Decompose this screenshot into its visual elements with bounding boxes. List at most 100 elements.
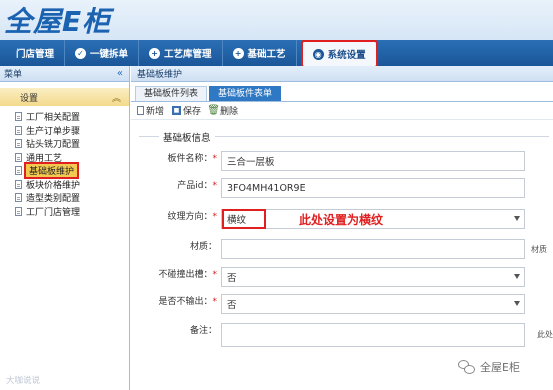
sidebar-item-shape-category[interactable]: 造型类别配置: [0, 191, 129, 205]
watermark-left: 大咖说说: [6, 376, 41, 386]
form-fieldset: 基础板信息 板件名称：* 三合一层板 产品id：* 3FO4MH41OR9E 纹…: [139, 130, 553, 388]
tab-board-form[interactable]: 基础板件表单: [209, 86, 282, 101]
wechat-icon: [458, 359, 476, 375]
nav-item-basic-craft[interactable]: + 基础工艺: [223, 40, 297, 66]
row-no-output: 是否不输出：*: [139, 294, 219, 307]
document-icon: [15, 206, 22, 216]
field-label-text: 是否不输出：: [158, 297, 213, 307]
sidebar-item-label: 基础板维护: [23, 162, 80, 180]
plus-circle-icon: +: [232, 47, 244, 59]
sidebar-header: 菜单 «: [0, 66, 129, 82]
sidebar-item-label: 工厂相关配置: [26, 113, 81, 124]
app-logo: 全屋E柜: [4, 2, 111, 38]
main-nav: 门店管理 ✓ 一键拆单 + 工艺库管理 + 基础工艺 ◉ 系统设置: [0, 40, 553, 68]
watermark-right-text: 全屋E柜: [480, 361, 520, 374]
toolbar: 新增 ■ 保存 🗑 删除: [131, 102, 553, 120]
nav-item-label: 基础工艺: [247, 49, 286, 60]
material-input[interactable]: [221, 239, 525, 259]
product-id-input[interactable]: 3FO4MH41OR9E: [221, 178, 525, 198]
app-header: 全屋E柜: [0, 0, 553, 40]
sidebar-item-factory-store[interactable]: 工厂门店管理: [0, 205, 129, 219]
row-name: 板件名称：*: [139, 151, 219, 164]
nav-item-store[interactable]: 门店管理: [0, 40, 66, 66]
sidebar-item-order-steps[interactable]: 生产订单步骤: [0, 124, 129, 138]
field-label: 是否不输出：*: [139, 294, 219, 307]
fieldset-legend: 基础板信息: [159, 130, 215, 144]
no-slot-select[interactable]: 否: [221, 267, 525, 287]
sidebar-item-label: 造型类别配置: [26, 194, 81, 205]
document-icon: [15, 112, 22, 122]
row-product-id: 产品id：*: [139, 178, 219, 191]
required-mark: *: [212, 270, 218, 280]
no-slot-value: 否: [227, 273, 237, 284]
required-mark: *: [212, 154, 218, 164]
field-label-text: 不碰撞出槽：: [158, 270, 213, 280]
sidebar-item-label: 工厂门店管理: [26, 207, 81, 218]
field-label-text: 产品id：: [177, 181, 213, 191]
nav-item-label: 工艺库管理: [164, 49, 212, 60]
field-label: 产品id：*: [139, 178, 219, 191]
no-output-value: 否: [227, 300, 237, 311]
chevron-down-icon: [514, 274, 520, 279]
nav-item-label: 门店管理: [16, 49, 55, 60]
new-button[interactable]: 新增: [137, 104, 164, 117]
document-icon: [15, 152, 22, 162]
sidebar-tree: 工厂相关配置 生产订单步骤 钻头铣刀配置 通用工艺 基础板维护 板块价格维护 造…: [0, 110, 129, 218]
nav-item-label: 系统设置: [327, 50, 366, 61]
sidebar-item-board-price[interactable]: 板块价格维护: [0, 178, 129, 192]
main-content: 基础板维护 基础板件列表 基础板件表单 新增 ■ 保存 🗑 删除 基础板信息 板…: [131, 66, 553, 390]
required-mark: *: [212, 297, 218, 307]
sidebar-item-base-board[interactable]: 基础板维护: [0, 162, 129, 180]
nav-item-system-settings[interactable]: ◉ 系统设置: [300, 40, 378, 68]
grain-direction-value: 横纹: [222, 209, 267, 229]
nav-item-craft-lib[interactable]: + 工艺库管理: [139, 40, 223, 66]
delete-button[interactable]: 🗑 删除: [207, 104, 239, 117]
watermark-right: 全屋E柜: [458, 356, 550, 378]
document-icon: [15, 139, 22, 149]
required-mark: *: [212, 212, 218, 222]
new-button-label: 新增: [146, 107, 165, 117]
chevron-up-icon: ︽: [111, 93, 121, 104]
delete-button-label: 删除: [220, 107, 239, 117]
row-material: 材质：: [139, 239, 219, 252]
field-label: 纹理方向：*: [139, 209, 219, 222]
document-icon: [15, 193, 22, 203]
material-side-label: 材质: [531, 245, 547, 254]
document-icon: [15, 166, 22, 176]
no-output-select[interactable]: 否: [221, 294, 525, 314]
chevron-down-icon: [514, 301, 520, 306]
sidebar-item-label: 钻头铣刀配置: [26, 140, 81, 151]
sidebar-group-label: 设置: [20, 93, 39, 104]
remark-textarea[interactable]: [221, 323, 525, 347]
save-button-label: 保存: [183, 107, 202, 117]
row-grain: 纹理方向：*: [139, 209, 219, 222]
field-label-text: 板件名称：: [167, 154, 213, 164]
field-label: 板件名称：*: [139, 151, 219, 164]
save-button[interactable]: ■ 保存: [172, 104, 201, 117]
board-name-input[interactable]: 三合一层板: [221, 151, 525, 171]
sidebar-item-label: 板块价格维护: [26, 180, 81, 191]
sidebar-item-factory-config[interactable]: 工厂相关配置: [0, 110, 129, 124]
chevron-down-icon: [514, 216, 520, 221]
breadcrumb-label: 基础板维护: [137, 70, 183, 80]
required-mark: *: [212, 181, 218, 191]
trash-icon: 🗑: [207, 105, 220, 116]
field-label: 备注：: [189, 326, 217, 336]
nav-item-split-order[interactable]: ✓ 一键拆单: [65, 40, 140, 66]
sidebar-group-settings[interactable]: 设置 ︽: [0, 88, 129, 106]
sidebar-item-label: 生产订单步骤: [26, 126, 81, 137]
sidebar-item-drill-config[interactable]: 钻头铣刀配置: [0, 137, 129, 151]
sidebar-title: 菜单: [4, 70, 23, 80]
remark-side-label: 此处: [537, 330, 553, 339]
document-icon: [15, 125, 22, 135]
save-icon: ■: [172, 106, 182, 115]
tab-board-list[interactable]: 基础板件列表: [135, 86, 208, 101]
settings-circle-icon: ◉: [312, 48, 324, 60]
sidebar-item-common-craft[interactable]: 通用工艺: [0, 151, 129, 165]
nav-item-label: 一键拆单: [90, 49, 129, 60]
document-icon: [15, 179, 22, 189]
breadcrumb: 基础板维护: [131, 66, 553, 82]
check-circle-icon: ✓: [75, 47, 87, 59]
collapse-sidebar-icon[interactable]: «: [117, 68, 123, 79]
tab-bar: 基础板件列表 基础板件表单: [131, 86, 553, 102]
